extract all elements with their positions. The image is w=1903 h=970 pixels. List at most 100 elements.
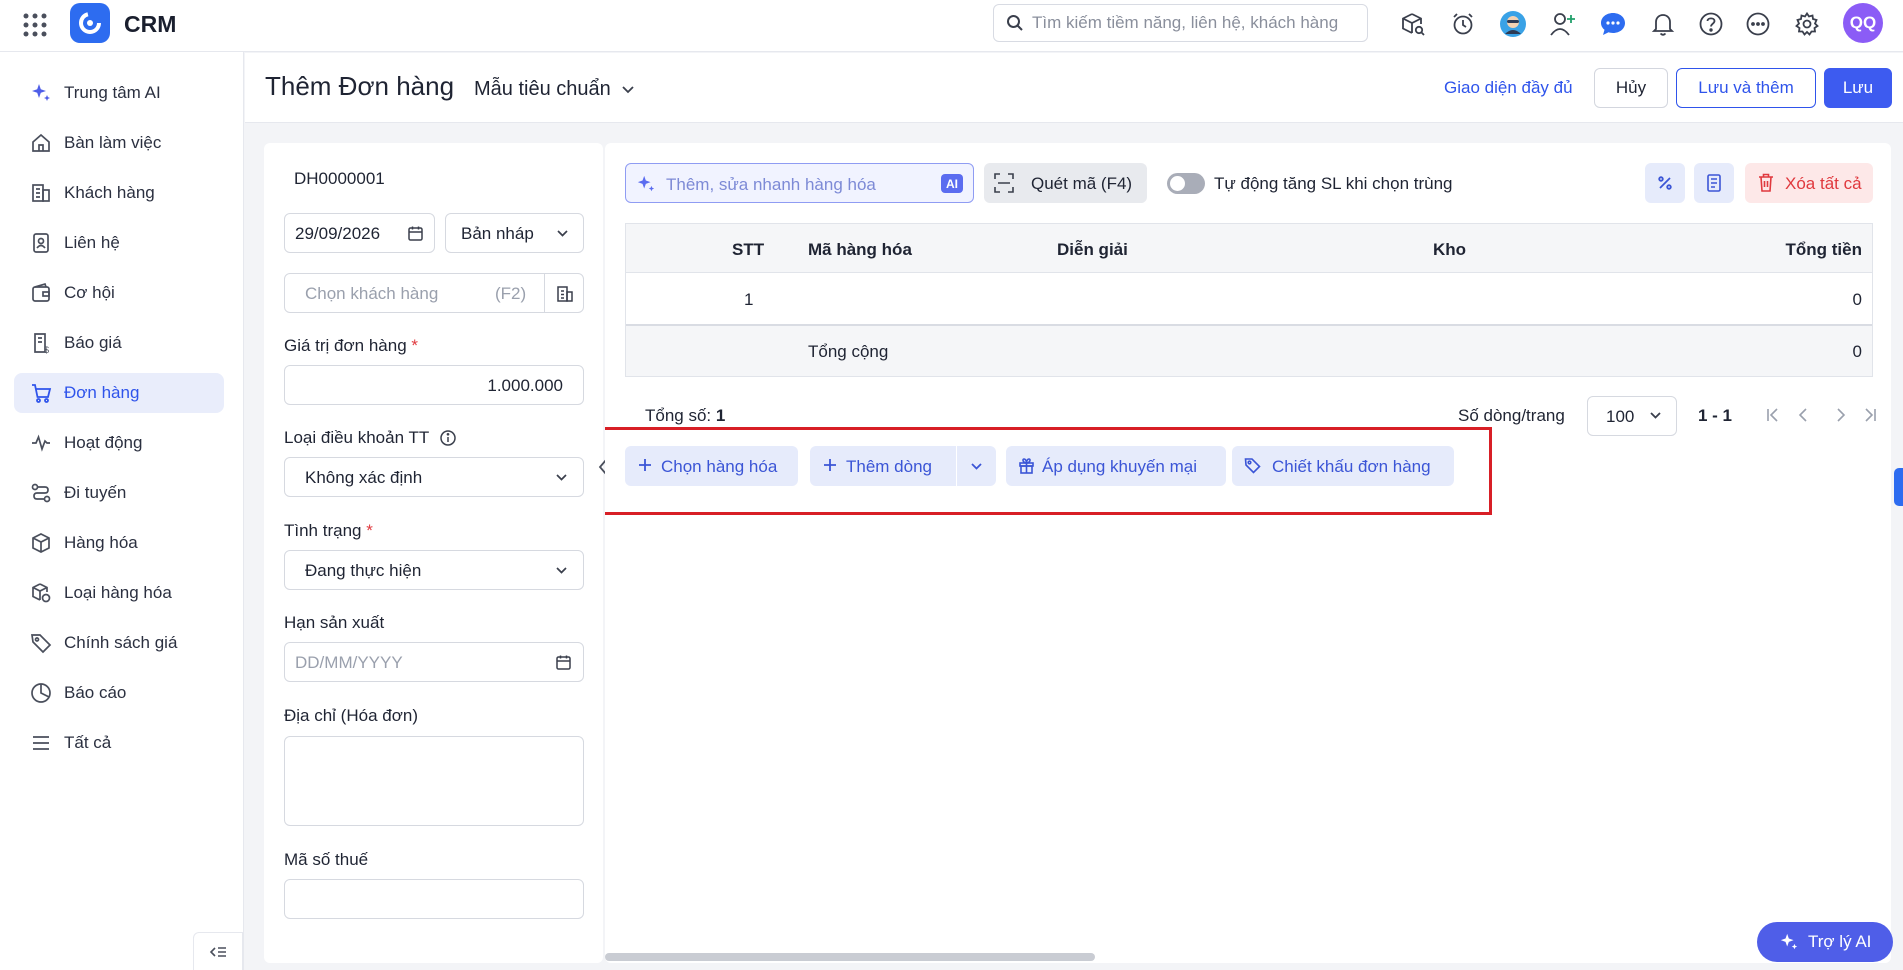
pie-chart-icon: [30, 682, 52, 704]
payment-terms-select[interactable]: Không xác định: [284, 457, 584, 497]
ai-sparkle-icon: [30, 82, 52, 104]
sidebar-item-routes[interactable]: Đi tuyến: [14, 473, 224, 513]
footer-total: 0: [1852, 342, 1862, 361]
draft-status-value: Bản nháp: [461, 224, 534, 243]
home-icon: [30, 132, 52, 154]
bell-icon[interactable]: [1648, 9, 1678, 39]
tax-code-field[interactable]: [284, 879, 584, 919]
table-footer: Tổng cộng 0: [626, 326, 1872, 376]
sidebar-item-label: Hoạt động: [64, 433, 143, 452]
status-select[interactable]: Đang thực hiện: [284, 550, 584, 590]
sidebar-item-customers[interactable]: Khách hàng: [14, 173, 224, 213]
add-user-icon[interactable]: [1548, 9, 1578, 39]
gear-icon[interactable]: [1792, 9, 1822, 39]
page-range: 1 - 1: [1698, 406, 1733, 425]
prev-page-icon[interactable]: [1795, 407, 1811, 423]
address-textarea[interactable]: [284, 736, 584, 826]
trash-icon: [1757, 173, 1775, 192]
info-icon[interactable]: [439, 429, 457, 447]
select-goods-button[interactable]: Chọn hàng hóa: [625, 446, 798, 486]
draft-status-select[interactable]: Bản nháp: [445, 213, 584, 253]
cancel-button[interactable]: Hủy: [1594, 68, 1668, 108]
quick-edit-goods-input[interactable]: Thêm, sửa nhanh hàng hóa AI: [625, 163, 974, 203]
payment-terms-label: Loại điều khoản TT: [284, 428, 457, 448]
sidebar-item-all[interactable]: Tất cả: [14, 723, 224, 763]
production-deadline-field[interactable]: DD/MM/YYYY: [284, 642, 584, 682]
scan-code-label: Quét mã (F4): [1031, 174, 1133, 193]
sidebar-item-activities[interactable]: Hoạt động: [14, 423, 224, 463]
crm-logo-icon[interactable]: [70, 3, 110, 43]
full-view-link[interactable]: Giao diện đầy đủ: [1444, 78, 1573, 98]
sidebar-item-label: Bàn làm việc: [64, 133, 162, 152]
cube-search-icon[interactable]: [1398, 9, 1428, 39]
template-selector[interactable]: Mẫu tiêu chuẩn: [474, 78, 635, 101]
delete-all-button[interactable]: Xóa tất cả: [1745, 163, 1873, 203]
customer-select[interactable]: Chọn khách hàng (F2): [284, 273, 584, 313]
sidebar-item-contacts[interactable]: Liên hệ: [14, 223, 224, 263]
sidebar-item-opportunities[interactable]: Cơ hội: [14, 273, 224, 313]
sidebar-item-workspace[interactable]: Bàn làm việc: [14, 123, 224, 163]
status-label: Tình trạng *: [284, 521, 373, 540]
user-avatar[interactable]: QQ: [1843, 3, 1883, 43]
rows-per-page-select[interactable]: 100: [1587, 396, 1677, 436]
plus-icon: [822, 457, 838, 473]
route-icon: [30, 482, 52, 504]
side-panel-tab[interactable]: [1894, 468, 1903, 506]
order-value-field[interactable]: 1.000.000: [284, 365, 584, 405]
order-code: DH0000001: [294, 169, 385, 188]
quick-edit-placeholder: Thêm, sửa nhanh hàng hóa: [666, 175, 876, 194]
select-goods-label: Chọn hàng hóa: [661, 457, 778, 476]
footer-label: Tổng cộng: [808, 342, 889, 361]
order-date-field[interactable]: 29/09/2026: [284, 213, 435, 253]
sidebar-item-goods[interactable]: Hàng hóa: [14, 523, 224, 563]
chevron-down-icon: [621, 85, 635, 95]
chat-icon[interactable]: [1598, 9, 1628, 39]
save-and-add-button[interactable]: Lưu và thêm: [1676, 68, 1816, 108]
sidebar-item-reports[interactable]: Báo cáo: [14, 673, 224, 713]
calendar-icon: [555, 654, 572, 671]
apply-promotion-button[interactable]: Áp dụng khuyến mại: [1006, 446, 1226, 486]
ai-assistant-label: Trợ lý AI: [1808, 932, 1872, 951]
percent-icon[interactable]: [1645, 163, 1685, 203]
last-page-icon[interactable]: [1862, 407, 1878, 423]
sidebar-item-price-policy[interactable]: Chính sách giá: [14, 623, 224, 663]
collapse-sidebar-icon[interactable]: [193, 932, 243, 970]
horizontal-scrollbar[interactable]: [605, 953, 1095, 961]
building-lookup-icon[interactable]: [556, 285, 574, 303]
add-row-button[interactable]: Thêm dòng: [810, 446, 956, 486]
sidebar-item-label: Khách hàng: [64, 183, 155, 202]
contact-card-icon: [30, 232, 52, 254]
box-icon: [30, 532, 52, 554]
ai-assistant-button[interactable]: Trợ lý AI: [1757, 922, 1893, 962]
more-icon[interactable]: [1743, 9, 1773, 39]
sidebar-item-label: Tất cả: [64, 733, 112, 752]
table-row[interactable]: 1 0: [626, 273, 1872, 326]
sidebar-item-goods-category[interactable]: Loại hàng hóa: [14, 573, 224, 613]
sidebar-item-label: Đi tuyến: [64, 483, 127, 502]
app-grid-icon[interactable]: [22, 12, 48, 38]
global-search[interactable]: [993, 4, 1368, 42]
first-page-icon[interactable]: [1765, 407, 1781, 423]
save-button[interactable]: Lưu: [1824, 68, 1892, 108]
search-input[interactable]: [1032, 5, 1362, 41]
document-icon[interactable]: [1694, 163, 1734, 203]
next-page-icon[interactable]: [1833, 407, 1849, 423]
template-name: Mẫu tiêu chuẩn: [474, 78, 611, 100]
column-warehouse: Kho: [1433, 240, 1467, 259]
sidebar-item-ai-center[interactable]: Trung tâm AI: [14, 73, 224, 113]
sidebar-item-label: Liên hệ: [64, 233, 120, 252]
order-discount-button[interactable]: Chiết khấu đơn hàng: [1232, 446, 1454, 486]
alarm-clock-icon[interactable]: [1448, 9, 1478, 39]
scan-code-button[interactable]: Quét mã (F4): [984, 163, 1147, 203]
add-row-dropdown[interactable]: [956, 446, 996, 486]
sidebar-item-label: Chính sách giá: [64, 633, 178, 652]
address-label: Địa chỉ (Hóa đơn): [284, 706, 418, 725]
help-icon[interactable]: [1696, 9, 1726, 39]
menu-icon: [30, 732, 52, 754]
sidebar-item-orders[interactable]: Đơn hàng: [14, 373, 224, 413]
delete-all-label: Xóa tất cả: [1785, 174, 1862, 193]
auto-increase-toggle[interactable]: [1167, 173, 1205, 194]
chevron-down-icon: [555, 566, 568, 575]
assistant-avatar-icon[interactable]: [1498, 9, 1528, 39]
sidebar-item-quotes[interactable]: $ Báo giá: [14, 323, 224, 363]
